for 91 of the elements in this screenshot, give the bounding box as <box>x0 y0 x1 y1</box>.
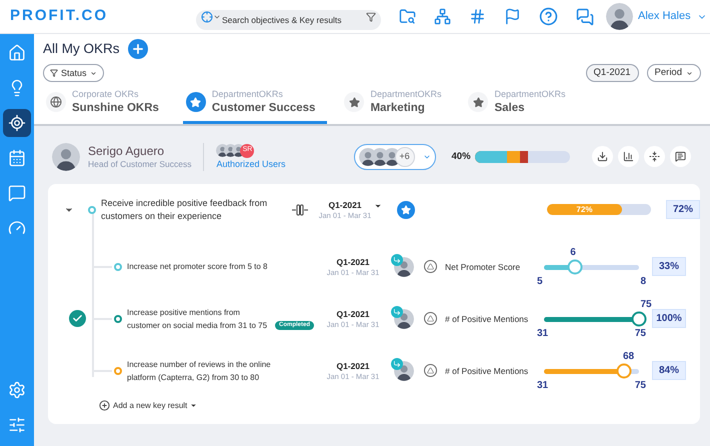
key-result-text: Increase positive mentions from customer on social media from 31 to 75 <box>127 306 268 332</box>
brand-logo: PROFIT.CO <box>10 6 108 26</box>
alignment-icon <box>292 202 308 217</box>
owner-avatar <box>52 142 80 171</box>
metric-name: # of Positive Mentions <box>445 364 530 378</box>
filter-icon <box>366 12 376 22</box>
checkin-icon <box>391 254 403 266</box>
plus-icon <box>130 42 145 56</box>
fold-icon <box>648 151 660 162</box>
collapse-button[interactable] <box>644 146 665 168</box>
checkin-icon <box>391 306 403 318</box>
metric-icon <box>424 260 437 274</box>
key-result-text: Increase number of reviews in the online platform (Capterra, G2) from 30 to 80 <box>127 358 272 384</box>
checkin-icon <box>391 358 403 370</box>
metric-icon <box>424 312 437 326</box>
okr-tab[interactable]: DepartmentOKRs Customer Success <box>182 87 328 124</box>
progress-percent: 33% <box>652 257 686 276</box>
current-value: 6 <box>570 246 576 258</box>
key-result-period: Q1-2021 <box>336 360 370 372</box>
target-value: 75 <box>634 328 646 339</box>
hierarchy-icon <box>434 8 452 25</box>
gauge-icon <box>8 219 26 237</box>
target-icon <box>201 10 214 22</box>
add-icon <box>99 400 110 412</box>
chat-icon <box>8 184 26 202</box>
user-menu[interactable]: Alex Hales <box>638 8 691 25</box>
hashtag-icon <box>469 8 486 25</box>
target-icon <box>8 114 26 132</box>
caret-icon <box>686 70 693 77</box>
progress-percent: 84% <box>652 361 686 380</box>
folder-search-icon <box>399 8 416 25</box>
filter-icon <box>50 69 58 78</box>
overall-progress-reading: 40% <box>452 150 471 164</box>
messages-button[interactable] <box>576 8 594 26</box>
target-nav-button[interactable] <box>3 109 31 137</box>
okr-tab[interactable]: DepartmentOKRs Sales <box>465 87 576 124</box>
objective-text: Receive incredible positive feedback from customers on their experience <box>101 196 268 223</box>
search-field[interactable]: Search objectives & Key results <box>196 10 382 30</box>
status-filter[interactable]: Status <box>43 64 104 82</box>
messages-icon <box>576 8 594 26</box>
comment-button[interactable] <box>670 146 691 168</box>
help-icon <box>539 7 558 26</box>
target-value: 75 <box>634 380 646 391</box>
star-icon <box>348 96 360 108</box>
metric-icon <box>424 364 437 378</box>
chart-icon <box>622 151 634 162</box>
add-key-result-button[interactable]: Add a new key result <box>99 400 198 412</box>
team-members-dropdown[interactable]: +6 <box>354 144 436 170</box>
owner-role: Head of Customer Success <box>88 159 192 170</box>
start-value: 31 <box>537 328 548 339</box>
okr-tab[interactable]: DepartmentOKRs Marketing <box>341 87 452 124</box>
globe-icon <box>50 96 62 108</box>
hierarchy-button[interactable] <box>434 8 452 25</box>
add-button[interactable] <box>128 39 148 60</box>
folder-search-button[interactable] <box>399 8 416 25</box>
quarter-button[interactable]: Q1-2021 <box>586 64 639 82</box>
flag-icon <box>504 8 522 25</box>
key-result-period: Q1-2021 <box>336 308 370 320</box>
star-icon <box>190 96 202 108</box>
calendar-icon <box>8 149 26 167</box>
period-dropdown[interactable]: Period <box>646 64 701 82</box>
comment-icon <box>674 151 686 162</box>
settings-icon <box>8 381 26 399</box>
start-value: 5 <box>537 276 543 287</box>
sliders-icon <box>8 416 26 434</box>
caret-icon <box>90 70 97 77</box>
flag-button[interactable] <box>504 8 522 25</box>
progress-percent: 100% <box>652 309 686 328</box>
objective-period: Q1-2021 <box>328 200 362 210</box>
progress-label: 72% <box>576 204 592 216</box>
hashtag-button[interactable] <box>469 8 486 25</box>
owner-name: Serigo Aguero <box>88 144 166 160</box>
star-icon <box>472 96 484 108</box>
home-icon <box>8 44 26 62</box>
metric-name: Net Promoter Score <box>445 260 522 274</box>
key-result-period: Q1-2021 <box>336 256 370 268</box>
okr-tab[interactable]: Corporate OKRs Sunshine OKRs <box>43 87 169 124</box>
current-value: 75 <box>640 298 652 310</box>
help-button[interactable] <box>539 7 558 26</box>
download-icon <box>596 151 608 162</box>
target-value: 8 <box>640 276 646 287</box>
start-value: 31 <box>537 380 548 391</box>
progress-percent: 72% <box>666 200 700 220</box>
download-button[interactable] <box>592 146 613 168</box>
caret-icon <box>190 402 198 410</box>
current-value: 68 <box>622 350 634 362</box>
chart-button[interactable] <box>618 146 639 168</box>
key-result-text: Increase net promoter score from 5 to 8 <box>127 261 268 274</box>
metric-name: # of Positive Mentions <box>445 312 530 326</box>
page-title: All My OKRs <box>43 40 120 58</box>
user-avatar <box>606 3 634 30</box>
